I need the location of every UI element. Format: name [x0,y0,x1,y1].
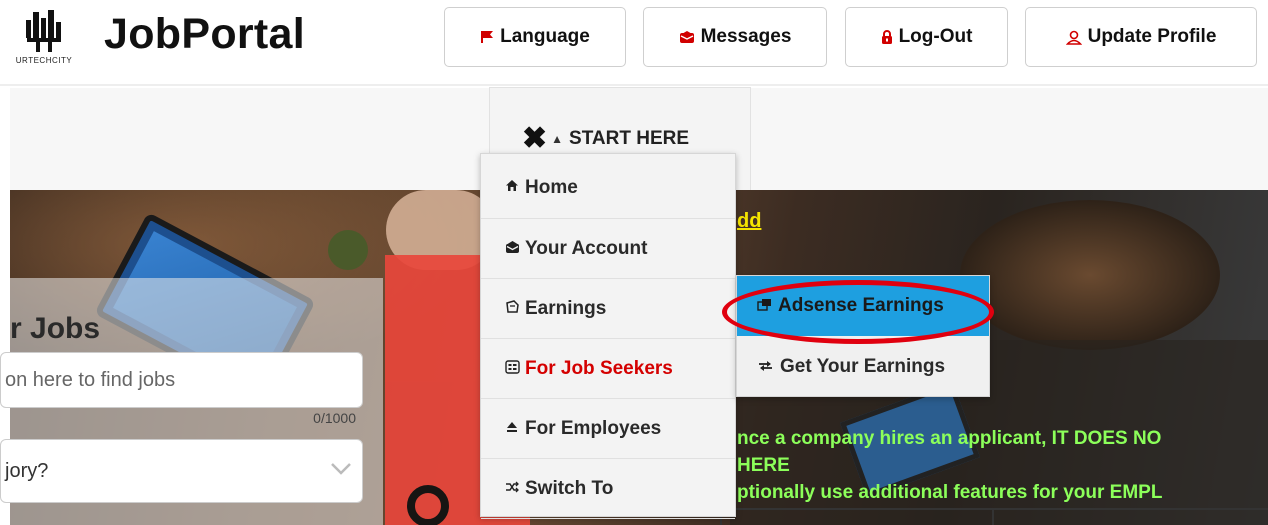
brand-logo[interactable]: URTECHCITY [6,10,82,72]
flag-icon [480,30,494,44]
job-search-input[interactable] [0,352,363,408]
menu-item-label: For Employees [525,417,662,439]
menu-item-home[interactable]: Home [481,157,735,219]
external-window-icon [757,298,772,315]
menu-item-earnings[interactable]: Earnings [481,279,735,339]
logout-button[interactable]: Log-Out [845,7,1008,67]
menu-item-label: Switch To [525,477,614,499]
top-header: URTECHCITY JobPortal Language Messages L… [0,0,1268,86]
menu-item-job-seekers[interactable]: For Job Seekers [481,339,735,399]
plant-photo [328,230,368,270]
menu-item-label: Home [525,176,578,198]
magnifier-icon [407,485,449,525]
earnings-submenu: Adsense Earnings Get Your Earnings [736,275,990,397]
start-here-toggle[interactable]: ✖ ▲ START HERE [522,124,689,154]
notice-line: nce a company hires an applicant, IT DOE… [737,428,1162,449]
shuffle-icon [504,480,520,497]
update-profile-label: Update Profile [1087,26,1217,47]
home-icon [504,179,520,196]
envelope-icon [679,30,695,44]
menu-item-switch-to[interactable]: Switch To [481,459,735,519]
menu-item-employees[interactable]: For Employees [481,399,735,459]
start-here-label: START HERE [569,128,690,149]
menu-item-label: Earnings [525,297,607,319]
find-jobs-title: r Jobs [10,312,101,345]
lock-icon [881,29,893,45]
category-select[interactable]: jory? [0,439,363,503]
earnings-icon [504,299,520,318]
app-title: JobPortal [104,10,306,58]
person-photo [960,200,1220,350]
chevron-down-icon [330,460,352,481]
user-icon [1065,30,1082,45]
envelope-open-icon [504,240,520,258]
hero-add-link[interactable]: dd [737,210,761,233]
menu-item-account[interactable]: Your Account [481,219,735,279]
submenu-item-label: Adsense Earnings [778,295,944,316]
notice-line: HERE [737,455,790,476]
menu-item-label: Your Account [525,237,648,259]
language-label: Language [500,26,590,47]
close-icon: ✖ [522,122,548,155]
submenu-item-get-earnings[interactable]: Get Your Earnings [737,337,989,397]
start-here-menu: Home Your Account Earnings For Job Seeke… [480,153,736,519]
logout-label: Log-Out [898,26,973,47]
info-table [720,508,1268,525]
caret-up-icon: ▲ [551,132,564,146]
list-icon [504,359,520,378]
language-button[interactable]: Language [444,7,626,67]
logo-caption: URTECHCITY [15,56,73,65]
submenu-item-adsense-earnings[interactable]: Adsense Earnings [737,276,989,336]
messages-button[interactable]: Messages [643,7,827,67]
notice-line: ptionally use additional features for yo… [737,482,1163,503]
menu-item-label: For Job Seekers [525,357,673,379]
city-skyline-icon [26,10,61,52]
character-counter: 0/1000 [313,410,356,426]
table-divider [992,510,994,525]
category-select-value: jory? [5,459,49,482]
submenu-item-label: Get Your Earnings [780,356,946,377]
eject-icon [504,420,520,437]
update-profile-button[interactable]: Update Profile [1025,7,1257,67]
exchange-arrows-icon [757,359,774,376]
messages-label: Messages [700,26,792,47]
